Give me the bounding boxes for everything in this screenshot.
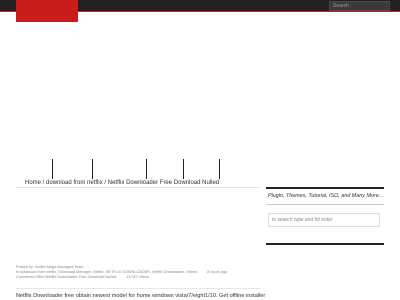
post-excerpt: Netflix Downloader free obtain newest mo… <box>16 293 266 299</box>
sidebar-divider <box>266 187 384 189</box>
divider <box>16 187 260 188</box>
post-tags[interactable]: In download from netflix, Download Manag… <box>16 270 197 274</box>
nav-separator <box>219 159 220 179</box>
divider <box>16 288 260 289</box>
sidebar-tagline: Plugin, Themes, Tutorial, ISO, and Many … <box>268 193 384 199</box>
nav-separator <box>92 159 93 179</box>
sidebar-divider <box>266 204 384 205</box>
nav-separator <box>183 159 184 179</box>
post-views: 13,020 Views <box>126 275 149 279</box>
nav-separator <box>52 159 53 179</box>
sidebar-search-input[interactable]: to search type and hit enter <box>268 213 380 227</box>
breadcrumb-current: Netflix Downloader Free Download Nulled <box>107 180 220 186</box>
nav-separator <box>146 159 147 179</box>
breadcrumb-category-link[interactable]: download from netflix <box>46 180 103 186</box>
header-search-input[interactable]: Search <box>329 1 390 11</box>
sidebar-divider <box>266 243 384 245</box>
site-logo[interactable] <box>16 0 78 22</box>
breadcrumb-home-link[interactable]: Home <box>25 180 41 186</box>
post-time: 8 hours ago <box>207 270 228 274</box>
post-meta: Posted by: Nulled Mega Managed Team In d… <box>16 265 260 280</box>
post-comments-link[interactable]: Comments Offon Netflix Downloader Free D… <box>16 275 116 279</box>
breadcrumb: Home / download from netflix / Netflix D… <box>25 179 219 187</box>
